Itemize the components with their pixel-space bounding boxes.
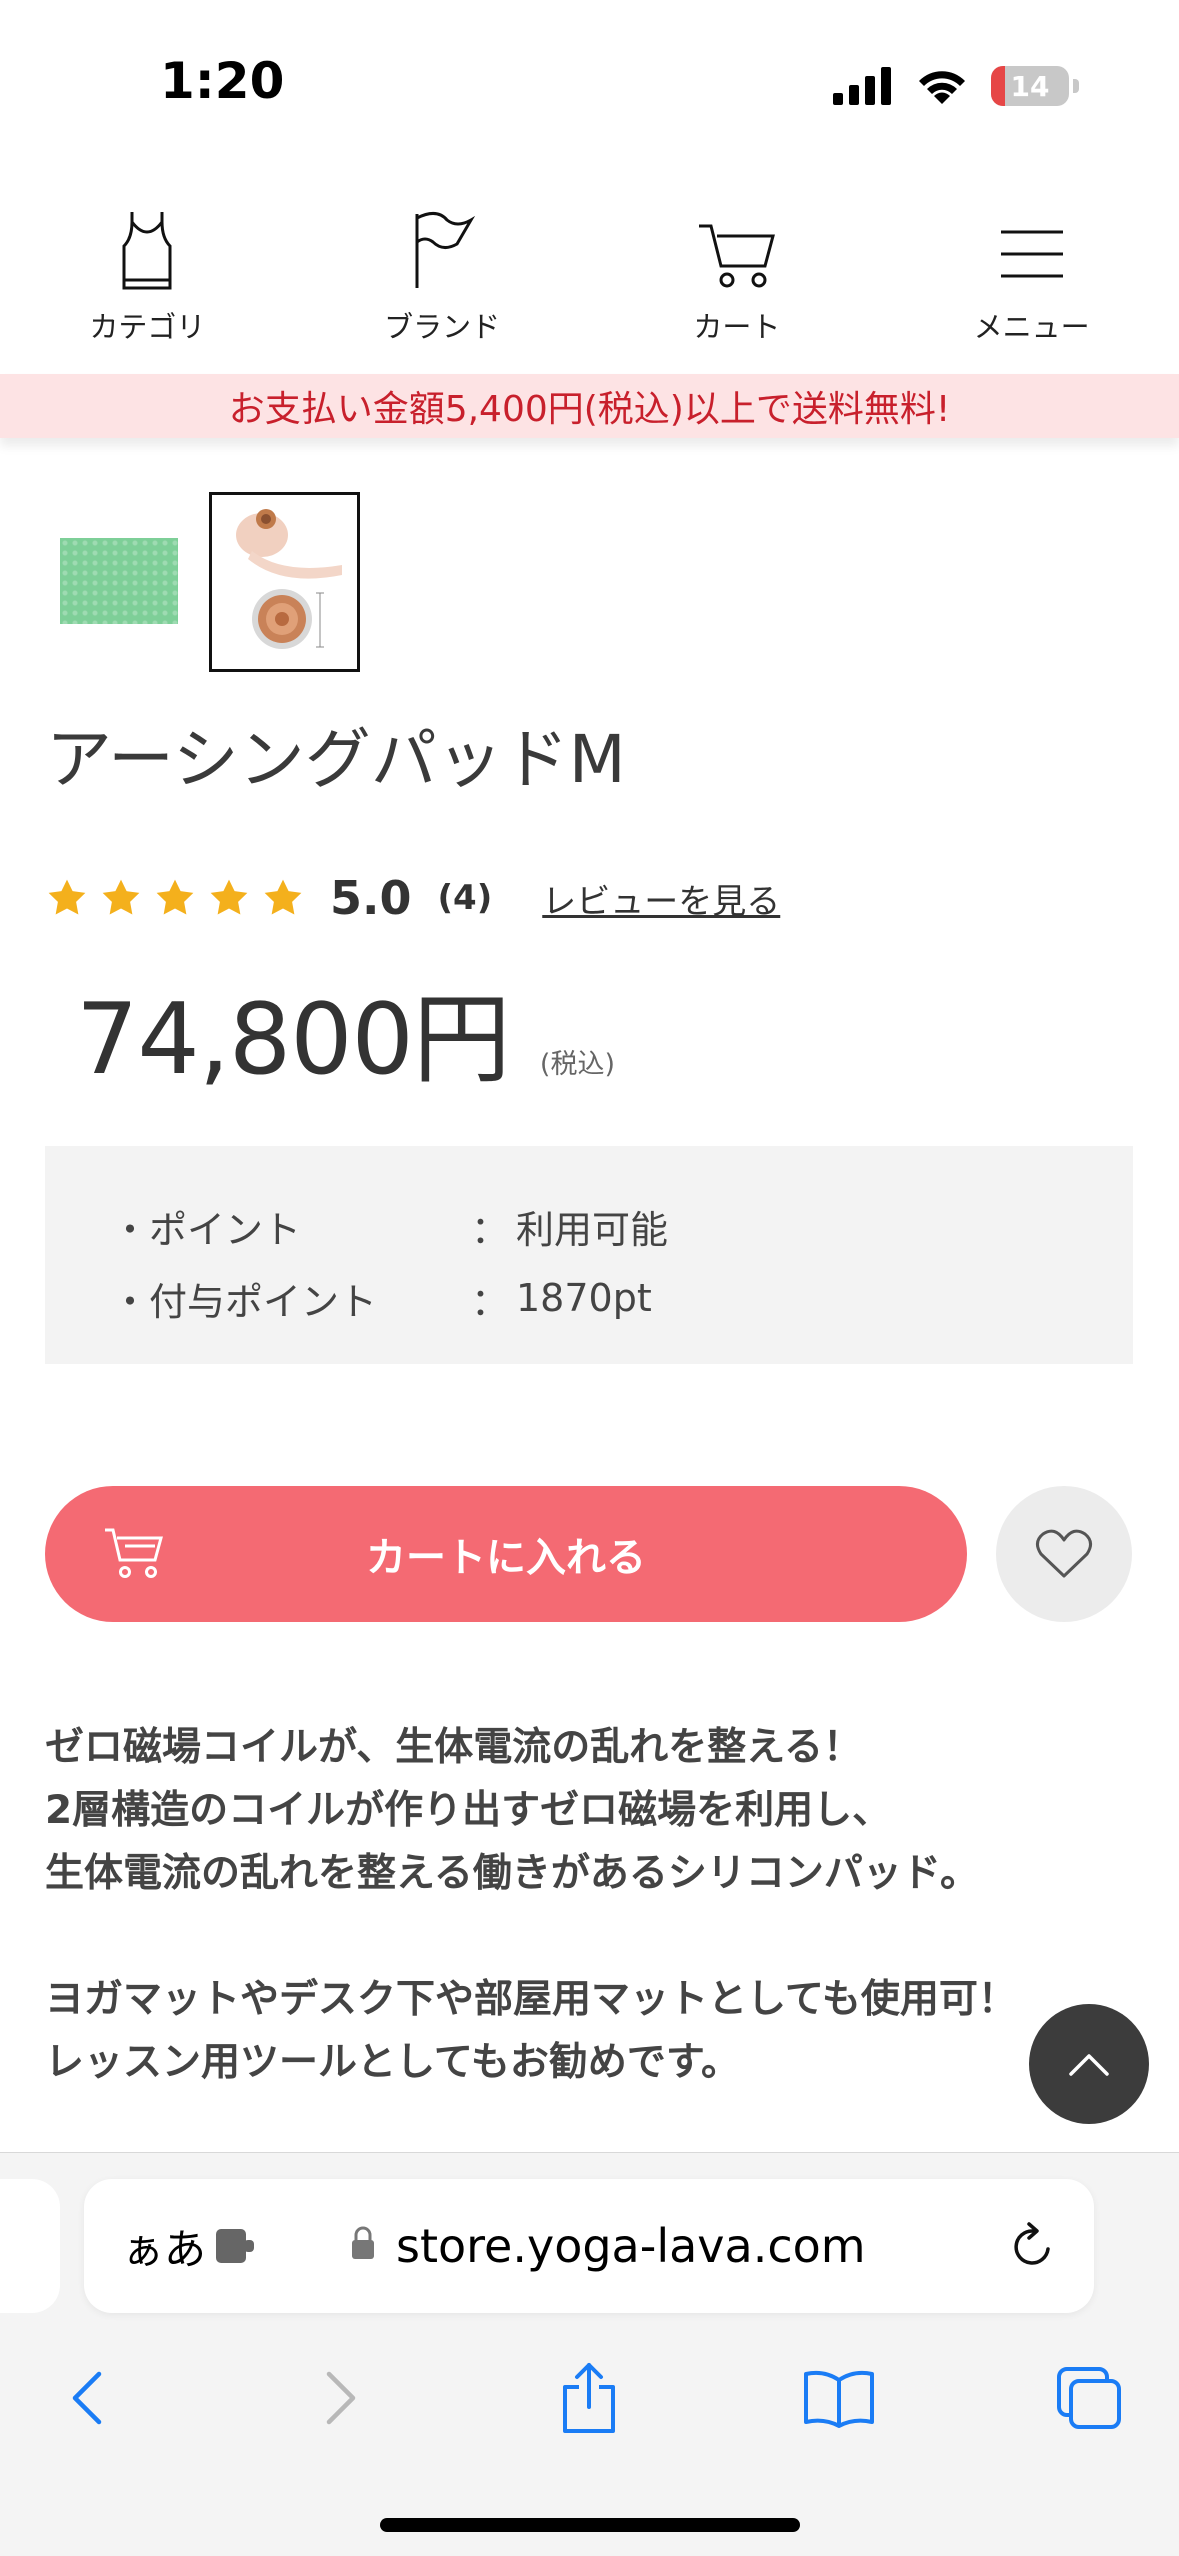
add-to-cart-button[interactable]: カートに入れる: [45, 1486, 967, 1622]
status-time: 1:20: [160, 52, 285, 110]
chevron-up-icon: [1069, 2054, 1109, 2076]
lock-icon: [352, 2226, 374, 2259]
product-price: 74,800円: [76, 983, 511, 1097]
point-label: ・ポイント: [111, 1207, 302, 1252]
rating-value: 5.0: [330, 871, 412, 925]
star-icon: [210, 879, 248, 915]
add-to-cart-label: カートに入れる: [366, 1536, 646, 1580]
review-count: (4): [437, 878, 493, 918]
points-info: ・ポイント ： 利用可能 ・付与ポイント ： 1870pt: [45, 1146, 1133, 1364]
description-line: レッスン用ツールとしてもお勧めです。: [45, 2040, 740, 2085]
point-colon: ：: [471, 1207, 510, 1252]
favorite-button[interactable]: [996, 1486, 1132, 1622]
description-line: 2層構造のコイルが作り出すゼロ磁場を利用し、: [45, 1788, 892, 1833]
star-icon: [156, 879, 194, 915]
nav-label-brand: ブランド: [384, 310, 501, 344]
bookmarks-button[interactable]: [784, 2343, 894, 2453]
extension-icon[interactable]: [214, 2227, 262, 2265]
tabs-icon: [1057, 2367, 1121, 2429]
point-row: ・付与ポイント ： 1870pt: [111, 1262, 1133, 1334]
product-thumbnail-pad[interactable]: [60, 538, 178, 624]
description-line: 生体電流の乱れを整える働きがあるシリコンパッド。: [45, 1851, 980, 1896]
chevron-left-icon: [72, 2371, 102, 2425]
star-icon: [102, 879, 140, 915]
price-row: 74,800円 (税込): [76, 960, 615, 1102]
cellular-signal-icon: [833, 67, 891, 105]
book-icon: [804, 2370, 874, 2428]
description-line: ヨガマットやデスク下や部屋用マットとしても使用可！: [45, 1977, 1017, 2022]
status-icons: 14: [833, 62, 1079, 110]
menu-icon: [1000, 230, 1063, 278]
description-line: ゼロ磁場コイルが、生体電流の乱れを整える！: [45, 1725, 863, 1770]
url-text: store.yoga-lava.com: [396, 2219, 866, 2273]
home-indicator: [380, 2518, 800, 2532]
page-settings-button[interactable]: ぁあ: [122, 2216, 206, 2277]
top-nav: カテゴリ ブランド カート メニュー: [0, 200, 1179, 375]
free-shipping-banner: お支払い金額5,400円(税込)以上で送料無料!: [0, 374, 1179, 438]
reload-icon[interactable]: [1010, 2221, 1056, 2271]
previous-tab-peek[interactable]: [0, 2179, 60, 2313]
battery-level: 14: [1010, 69, 1050, 103]
point-value: 利用可能: [516, 1207, 669, 1252]
status-bar: 1:20 14: [0, 0, 1179, 170]
nav-label-category: カテゴリ: [89, 310, 206, 344]
address-bar[interactable]: ぁあ store.yoga-lava.com: [84, 2179, 1094, 2313]
scroll-to-top-button[interactable]: [1029, 2004, 1149, 2124]
product-thumbnail-coil[interactable]: [209, 492, 360, 672]
nav-label-menu: メニュー: [973, 310, 1090, 344]
rating-row: 5.0 (4) レビューを見る: [46, 868, 780, 928]
point-value: 1870pt: [516, 1276, 652, 1320]
share-icon: [563, 2363, 615, 2433]
tabs-button[interactable]: [1034, 2343, 1144, 2453]
browser-bar: ぁあ store.yoga-lava.com: [0, 2152, 1179, 2556]
point-label: ・付与ポイント: [111, 1279, 378, 1324]
nav-item-menu[interactable]: メニュー: [884, 200, 1179, 375]
point-row: ・ポイント ： 利用可能: [111, 1190, 1133, 1262]
point-colon: ：: [471, 1279, 510, 1324]
nav-item-category[interactable]: カテゴリ: [0, 200, 295, 375]
heart-icon: [1036, 1529, 1092, 1578]
flag-icon: [415, 212, 476, 288]
nav-item-cart[interactable]: カート: [590, 200, 885, 375]
product-title: アーシングパッドM: [46, 721, 626, 798]
star-rating: [46, 877, 304, 919]
tax-note: (税込): [539, 1049, 615, 1080]
star-icon: [264, 879, 302, 915]
product-description: ゼロ磁場コイルが、生体電流の乱れを整える！ 2層構造のコイルが作り出すゼロ磁場を…: [45, 1716, 1017, 2094]
view-reviews-link[interactable]: レビューを見る: [542, 874, 780, 923]
nav-label-cart: カート: [693, 310, 781, 344]
nav-item-brand[interactable]: ブランド: [295, 200, 590, 375]
chevron-right-icon: [326, 2371, 356, 2425]
battery-icon: 14: [991, 66, 1069, 106]
back-button[interactable]: [32, 2343, 142, 2453]
cart-icon: [105, 1528, 163, 1578]
forward-button[interactable]: [286, 2343, 396, 2453]
browser-toolbar: [0, 2343, 1179, 2453]
share-button[interactable]: [534, 2343, 644, 2453]
tank-top-icon: [122, 212, 172, 290]
coil-product-image: [236, 509, 342, 649]
wifi-icon: [919, 71, 965, 104]
star-icon: [48, 879, 86, 915]
cart-icon: [698, 224, 775, 288]
